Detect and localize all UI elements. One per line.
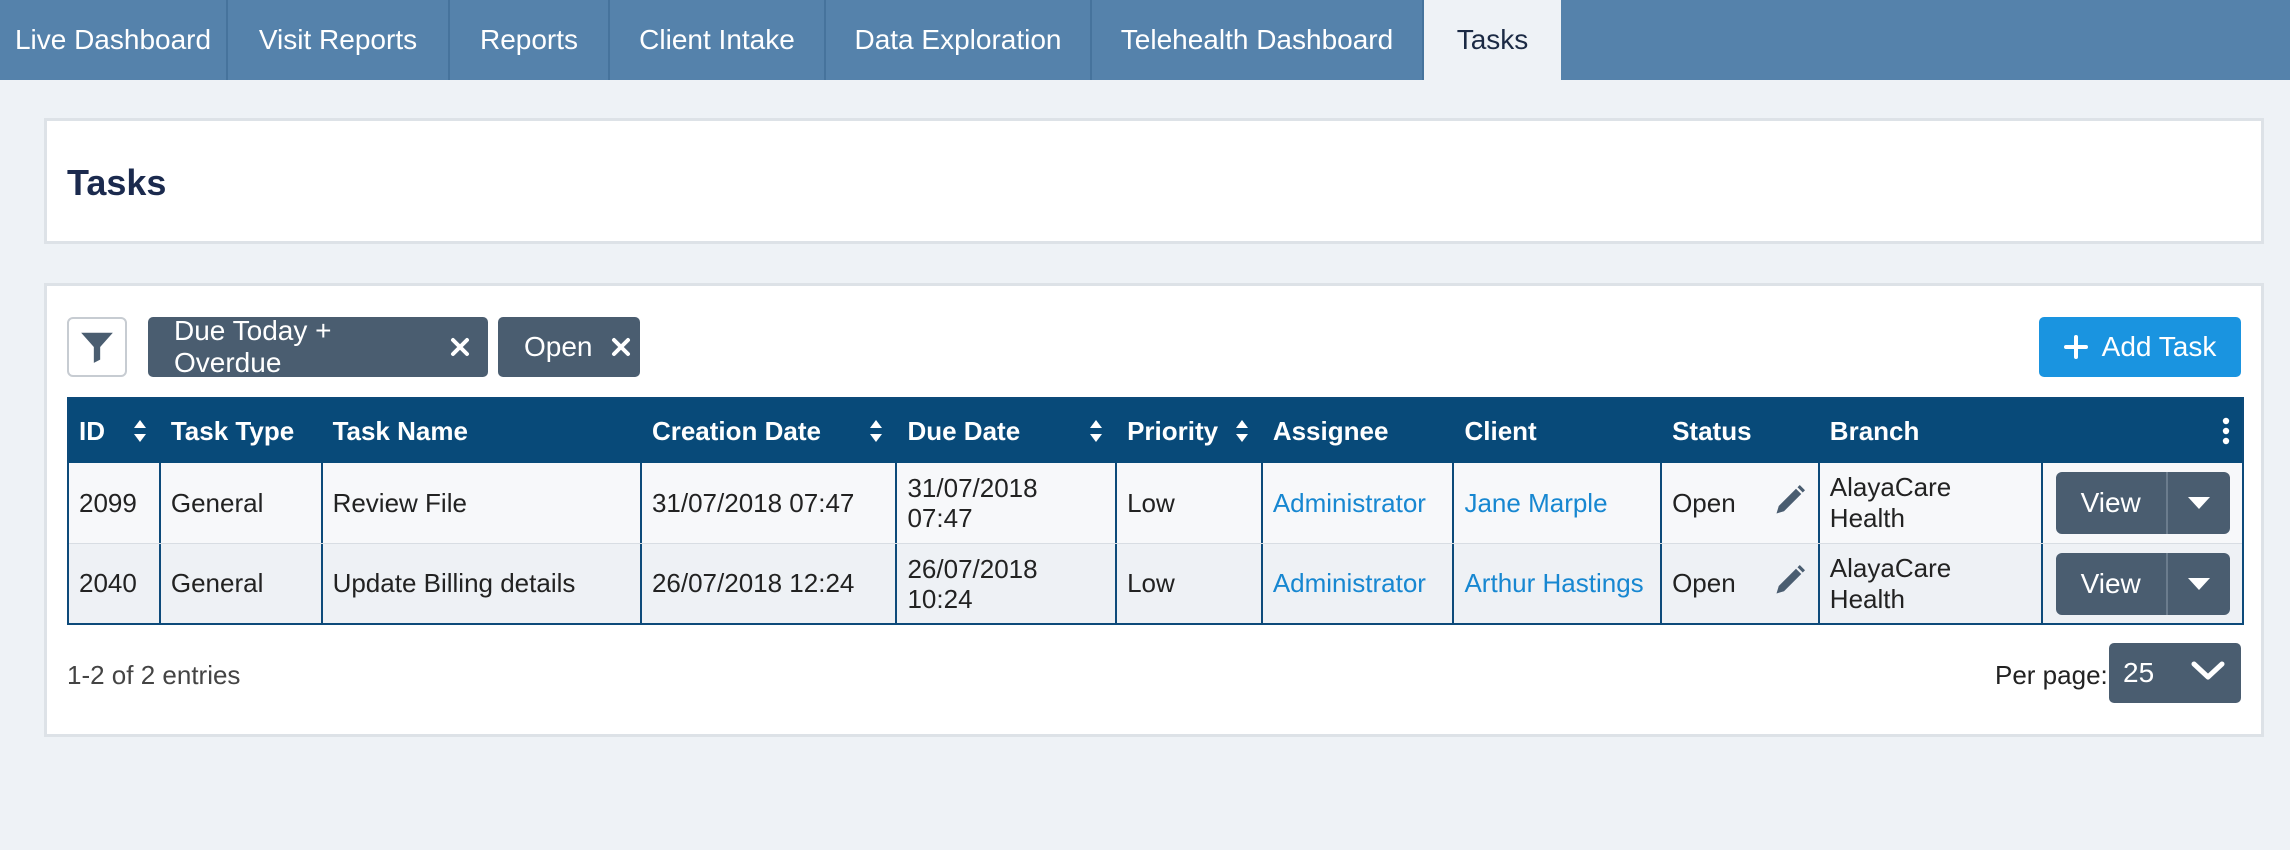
- assignee-link[interactable]: Administrator: [1273, 568, 1426, 599]
- caret-down-icon[interactable]: [2167, 472, 2230, 534]
- pencil-icon[interactable]: [1772, 562, 1808, 605]
- tab-tasks[interactable]: Tasks: [1424, 0, 1561, 80]
- entries-count: 1-2 of 2 entries: [67, 660, 241, 690]
- column-header-task-type: Task Type: [170, 415, 295, 446]
- cell-creation-date: 31/07/2018 07:47: [642, 463, 898, 543]
- chevron-down-icon: [2191, 657, 2225, 689]
- cell-client: Jane Marple: [1454, 463, 1663, 543]
- table-row: 2099 General Review File 31/07/2018 07:4…: [69, 463, 2242, 543]
- sort-icon[interactable]: [1089, 419, 1103, 443]
- cell-task-type: General: [161, 463, 323, 543]
- sort-icon[interactable]: [869, 419, 883, 443]
- column-header-due-date[interactable]: Due Date: [897, 399, 1117, 463]
- view-button-group: View: [2055, 472, 2230, 534]
- column-header-priority[interactable]: Priority: [1117, 399, 1263, 463]
- cell-priority: Low: [1117, 544, 1263, 623]
- kebab-menu-icon[interactable]: [2222, 417, 2230, 445]
- plus-icon: [2063, 335, 2088, 359]
- column-header-task-name: Task Name: [332, 415, 468, 446]
- per-page-label: Per page:: [1995, 660, 2108, 690]
- page-title: Tasks: [67, 162, 167, 203]
- cell-priority: Low: [1117, 463, 1263, 543]
- tab-telehealth-dashboard[interactable]: Telehealth Dashboard: [1092, 0, 1424, 80]
- sort-icon[interactable]: [133, 419, 147, 443]
- column-header-creation-date[interactable]: Creation Date: [642, 399, 898, 463]
- close-icon[interactable]: [450, 337, 470, 357]
- add-task-button[interactable]: Add Task: [2039, 317, 2241, 377]
- cell-task-name: Review File: [323, 463, 642, 543]
- table-row: 2040 General Update Billing details 26/0…: [69, 543, 2242, 623]
- column-header-branch: Branch: [1829, 415, 1920, 446]
- column-header-actions: [2043, 399, 2242, 463]
- column-header-client: Client: [1464, 415, 1537, 446]
- caret-down-icon[interactable]: [2167, 552, 2230, 615]
- cell-branch: AlayaCare Health: [1820, 463, 2044, 543]
- filter-icon: [81, 332, 113, 363]
- cell-task-name: Update Billing details: [323, 544, 642, 623]
- tasks-table: ID Task Type Task Name Creation Date Due…: [67, 397, 2244, 625]
- tab-reports[interactable]: Reports: [450, 0, 610, 80]
- cell-status: Open: [1662, 463, 1820, 543]
- pencil-icon[interactable]: [1772, 482, 1808, 525]
- page-title-card: Tasks: [44, 118, 2264, 244]
- per-page-select[interactable]: 25: [2109, 643, 2241, 703]
- top-tab-bar: Live Dashboard Visit Reports Reports Cli…: [0, 0, 2290, 80]
- view-button[interactable]: View: [2055, 472, 2168, 534]
- cell-status: Open: [1662, 544, 1820, 623]
- tasks-card: Due Today + Overdue Open Add Task ID Tas…: [44, 283, 2264, 737]
- cell-client: Arthur Hastings: [1454, 544, 1663, 623]
- column-header-id[interactable]: ID: [69, 399, 161, 463]
- view-button[interactable]: View: [2055, 552, 2168, 615]
- cell-due-date: 26/07/2018 10:24: [897, 544, 1118, 623]
- client-link[interactable]: Jane Marple: [1464, 488, 1607, 519]
- close-icon[interactable]: [611, 337, 631, 357]
- cell-assignee: Administrator: [1263, 463, 1455, 543]
- tab-live-dashboard[interactable]: Live Dashboard: [0, 0, 228, 80]
- sort-icon[interactable]: [1235, 419, 1249, 443]
- column-header-status: Status: [1672, 415, 1752, 446]
- view-button-group: View: [2055, 552, 2230, 615]
- cell-assignee: Administrator: [1263, 544, 1455, 623]
- filter-chip-due-today[interactable]: Due Today + Overdue: [148, 315, 488, 378]
- cell-actions: View: [2043, 463, 2242, 543]
- table-header-row: ID Task Type Task Name Creation Date Due…: [69, 399, 2242, 463]
- tab-client-intake[interactable]: Client Intake: [610, 0, 826, 80]
- column-header-assignee: Assignee: [1272, 415, 1389, 446]
- assignee-link[interactable]: Administrator: [1273, 488, 1426, 519]
- client-link[interactable]: Arthur Hastings: [1464, 568, 1643, 599]
- filter-chip-open[interactable]: Open: [498, 317, 640, 377]
- tab-data-exploration[interactable]: Data Exploration: [826, 0, 1092, 80]
- tab-visit-reports[interactable]: Visit Reports: [228, 0, 450, 80]
- filter-button[interactable]: [67, 317, 127, 377]
- cell-id: 2040: [69, 544, 161, 623]
- cell-branch: AlayaCare Health: [1820, 544, 2044, 623]
- cell-id: 2099: [69, 463, 161, 543]
- cell-task-type: General: [161, 544, 323, 623]
- cell-creation-date: 26/07/2018 12:24: [642, 544, 898, 623]
- cell-due-date: 31/07/2018 07:47: [897, 463, 1118, 543]
- cell-actions: View: [2043, 544, 2242, 623]
